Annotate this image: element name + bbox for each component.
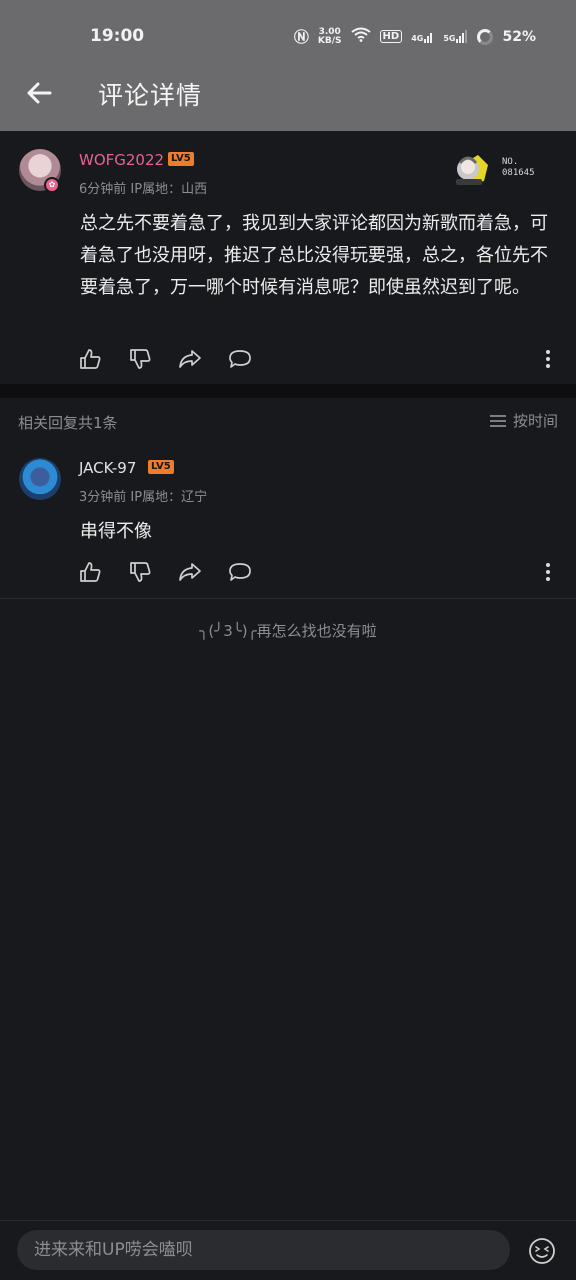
comment-icon [229,563,251,581]
more-button[interactable] [543,347,553,371]
more-button[interactable] [543,560,553,584]
level-badge: LV5 [148,460,174,474]
status-bar: 19:00 Ⓝ 3.00 KB/S HD 4G 5G 52% [0,0,576,72]
battery-icon [477,28,494,45]
like-button[interactable] [78,347,102,371]
sort-button[interactable]: 按时间 [489,410,558,431]
avatar[interactable] [19,458,61,500]
like-button[interactable] [78,560,102,584]
level-badge: LV5 [168,152,194,166]
top-bar: 19:00 Ⓝ 3.00 KB/S HD 4G 5G 52% 评论详情 [0,0,576,131]
reply-username[interactable]: JACK-97 [79,459,136,477]
fan-badge-number: NO. 081645 [502,157,535,178]
back-arrow-icon [27,82,52,104]
thumb-up-icon [80,349,101,369]
comment-ip: IP属地：山西 [130,182,208,197]
reply-button[interactable] [228,560,252,584]
reply-item: JACK-97 LV5 3分钟前 IP属地：辽宁 串得不像 [0,444,576,599]
page-title: 评论详情 [98,81,203,110]
wifi-icon [350,27,371,46]
battery-level: 52% [502,28,536,45]
comment-meta: 6分钟前 IP属地：山西 [79,178,207,197]
sort-label: 按时间 [512,412,558,430]
network-4g-icon: 4G [411,30,434,43]
comment-icon [229,350,251,368]
dislike-button[interactable] [128,347,152,371]
net-speed: 3.00 KB/S [317,27,342,46]
dislike-button[interactable] [128,560,152,584]
reply-meta: 3分钟前 IP属地：辽宁 [79,486,207,505]
nfc-icon: Ⓝ [293,28,309,46]
reply-actions [78,560,252,584]
thumb-down-icon [130,349,151,369]
thumb-up-icon [80,562,101,582]
share-button[interactable] [178,347,202,371]
status-icons: Ⓝ 3.00 KB/S HD 4G 5G 52% [294,26,536,47]
section-divider [0,384,576,398]
net-speed-unit: KB/S [317,35,342,46]
comment-input[interactable] [17,1230,510,1270]
main-comment: ✿ WOFG2022 LV5 6分钟前 IP属地：山西 NO. 081645 总… [0,131,576,384]
sort-icon [489,414,506,427]
network-5g-icon: 5G [443,30,468,43]
reply-ip: IP属地：辽宁 [130,490,208,505]
comment-content: 总之先不要着急了，我见到大家评论都因为新歌而着急，可着急了也没用呀，推迟了总比没… [80,213,548,298]
replies-header: 相关回复共1条 按时间 [0,398,576,444]
comment-time: 6分钟前 [79,182,127,197]
comment-username[interactable]: WOFG2022 [79,151,164,169]
share-button[interactable] [178,560,202,584]
reply-time: 3分钟前 [79,490,127,505]
emoji-icon [529,1238,555,1264]
back-button[interactable] [22,76,56,110]
share-icon [179,563,201,581]
hd-icon: HD [379,30,403,43]
emoji-button[interactable] [528,1237,556,1265]
reply-button[interactable] [228,347,252,371]
page-header: 评论详情 [0,72,576,131]
bottom-input-bar [0,1220,576,1280]
replies-count: 相关回复共1条 [18,414,118,432]
reply-content: 串得不像 [80,521,152,542]
fan-badge-icon[interactable] [448,151,500,189]
avatar-badge-icon: ✿ [44,177,60,193]
share-icon [179,350,201,368]
status-time: 19:00 [90,26,145,46]
thumb-down-icon [130,562,151,582]
comment-actions [78,347,252,371]
end-of-list-tip: ╮(╯3╰)╭再怎么找也没有啦 [199,622,377,640]
